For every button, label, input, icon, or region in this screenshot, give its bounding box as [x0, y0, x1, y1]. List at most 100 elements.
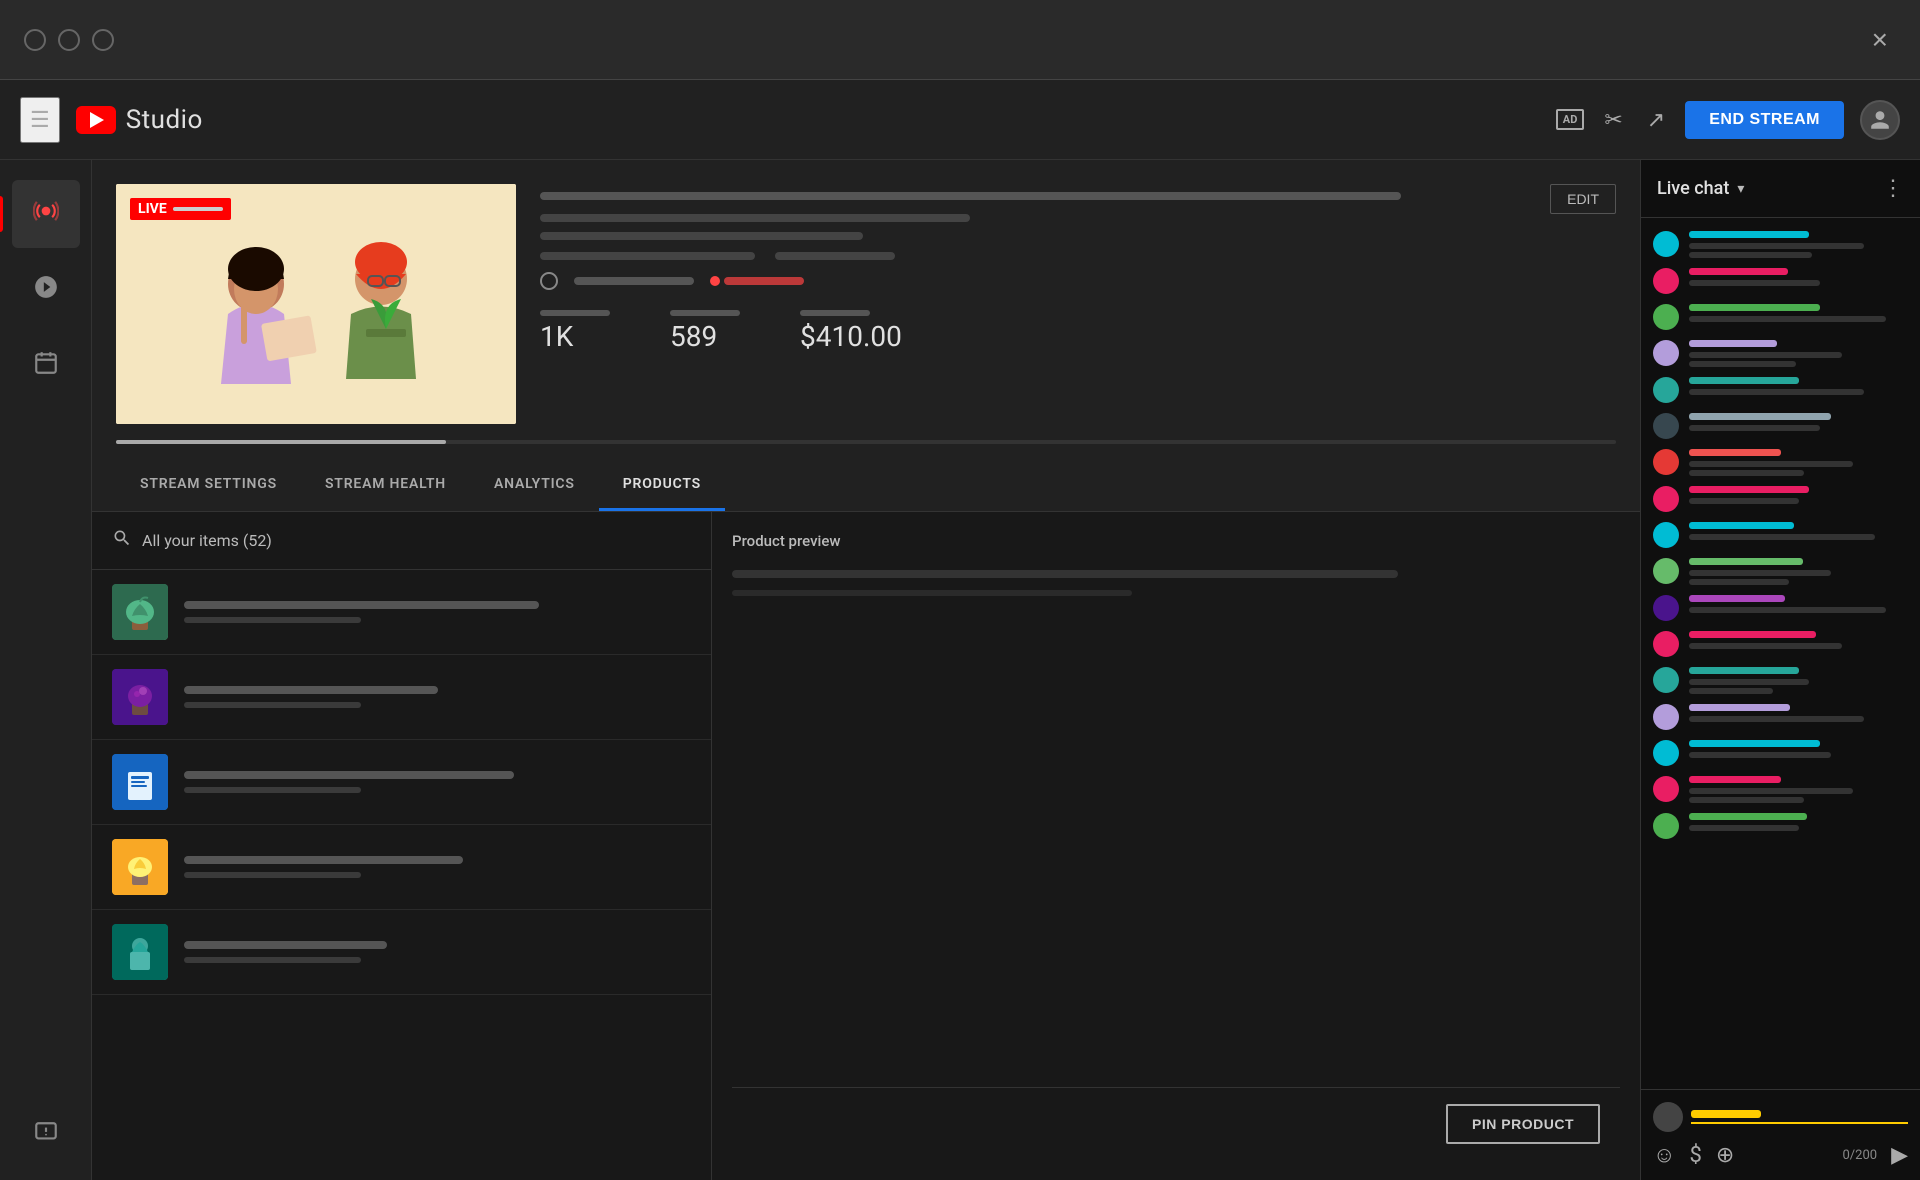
product-preview-title: Product preview	[732, 532, 1620, 550]
stream-meta-bar-4	[775, 252, 895, 260]
chat-input-row	[1653, 1102, 1908, 1132]
chat-msg-content	[1689, 413, 1908, 431]
chat-username-bar	[1689, 522, 1794, 529]
stream-line-1	[574, 277, 694, 285]
chat-text-bar	[1689, 389, 1864, 395]
product-info-4	[184, 856, 691, 878]
chat-msg-content	[1689, 776, 1908, 803]
account-avatar[interactable]	[1860, 100, 1900, 140]
ad-badge: AD	[1556, 109, 1585, 130]
chat-title-area[interactable]: Live chat ▾	[1657, 178, 1744, 199]
product-item-3[interactable]	[92, 740, 711, 825]
product-info-1	[184, 601, 691, 623]
chat-avatar	[1653, 449, 1679, 475]
window-control-buttons	[24, 29, 114, 51]
chat-msg-content	[1689, 449, 1908, 476]
scissors-button[interactable]: ✂	[1600, 103, 1626, 137]
super-chat-icon[interactable]: $	[1689, 1143, 1701, 1168]
logo-area: Studio	[76, 105, 203, 135]
chat-text-bar	[1689, 679, 1809, 685]
yt-play-icon	[90, 112, 104, 128]
chat-avatar	[1653, 667, 1679, 693]
end-stream-button[interactable]: END STREAM	[1685, 101, 1844, 139]
edit-button[interactable]: EDIT	[1550, 184, 1616, 214]
chat-avatar	[1653, 486, 1679, 512]
chat-input-area: ☺ $ ⊕ 0/200 ▶	[1641, 1089, 1920, 1180]
menu-icon[interactable]: ☰	[20, 97, 60, 143]
chat-username-bar	[1689, 304, 1820, 311]
chat-avatar	[1653, 522, 1679, 548]
chat-avatar	[1653, 340, 1679, 366]
stream-meta-bar-2	[540, 232, 863, 240]
emoji-icon[interactable]: ☺	[1653, 1142, 1675, 1168]
tab-analytics[interactable]: ANALYTICS	[470, 460, 599, 511]
chat-avatar	[1653, 595, 1679, 621]
product-item-1[interactable]	[92, 570, 711, 655]
stream-meta-bar-3	[540, 252, 755, 260]
add-icon[interactable]: ⊕	[1716, 1143, 1734, 1168]
pin-product-row: PIN PRODUCT	[732, 1087, 1620, 1160]
chat-msg-content	[1689, 740, 1908, 758]
chat-avatar	[1653, 776, 1679, 802]
chat-username-bar	[1689, 449, 1781, 456]
stat-viewers-bar	[540, 310, 610, 316]
window-btn-close[interactable]	[24, 29, 46, 51]
chat-message	[1641, 263, 1920, 299]
tab-products[interactable]: PRODUCTS	[599, 460, 725, 511]
chat-msg-content	[1689, 558, 1908, 585]
chat-text-bar	[1689, 316, 1886, 322]
product-item-2[interactable]	[92, 655, 711, 740]
chat-text-bar	[1689, 752, 1831, 758]
stat-revenue-bar	[800, 310, 870, 316]
pin-product-button[interactable]: PIN PRODUCT	[1446, 1104, 1600, 1144]
sidebar-item-calendar[interactable]	[12, 332, 80, 400]
chat-avatar	[1653, 740, 1679, 766]
product-item-4[interactable]	[92, 825, 711, 910]
chat-username-bar	[1689, 667, 1799, 674]
stream-info: EDIT	[540, 184, 1616, 361]
tab-stream-settings[interactable]: STREAM SETTINGS	[116, 460, 301, 511]
youtube-logo	[76, 106, 116, 134]
product-thumb-4	[112, 839, 168, 895]
chat-avatar	[1653, 558, 1679, 584]
chat-more-icon[interactable]: ⋮	[1882, 176, 1904, 201]
tab-content: All your items (52)	[92, 512, 1640, 1180]
chat-text-bar	[1689, 797, 1804, 803]
sidebar-item-camera[interactable]	[12, 256, 80, 324]
chat-msg-content	[1689, 377, 1908, 395]
chat-msg-content	[1689, 522, 1908, 540]
product-thumb-2	[112, 669, 168, 725]
chat-message	[1641, 699, 1920, 735]
preview-subtitle-bar	[732, 590, 1132, 596]
share-button[interactable]: ↗	[1643, 103, 1669, 137]
tab-stream-health[interactable]: STREAM HEALTH	[301, 460, 470, 511]
chat-message	[1641, 481, 1920, 517]
chat-username-bar	[1689, 413, 1831, 420]
tabs-row: STREAM SETTINGS STREAM HEALTH ANALYTICS …	[116, 460, 1616, 511]
window-close-button[interactable]: ×	[1872, 26, 1888, 54]
products-list	[92, 570, 711, 1180]
main-layout: LIVE	[0, 160, 1920, 1180]
chat-input-text-indicator	[1691, 1110, 1761, 1118]
sidebar-item-live[interactable]	[12, 180, 80, 248]
chat-username-bar	[1689, 740, 1820, 747]
calendar-icon	[33, 350, 59, 382]
chat-msg-content	[1689, 231, 1908, 258]
studio-label: Studio	[126, 105, 203, 135]
chat-msg-content	[1689, 631, 1908, 649]
live-line	[173, 207, 223, 211]
product-item-5[interactable]	[92, 910, 711, 995]
chat-text-bar	[1689, 607, 1886, 613]
topbar-actions: AD ✂ ↗ END STREAM	[1556, 100, 1900, 140]
chat-panel: Live chat ▾ ⋮ ☺ $ ⊕ 0/200 ▶	[1640, 160, 1920, 1180]
product-name-4	[184, 856, 463, 864]
window-btn-minimize[interactable]	[58, 29, 80, 51]
chat-username-bar	[1689, 558, 1803, 565]
live-indicator	[710, 276, 804, 286]
chat-message	[1641, 553, 1920, 590]
chat-send-button[interactable]: ▶	[1891, 1142, 1908, 1168]
window-btn-maximize[interactable]	[92, 29, 114, 51]
sidebar-item-feedback[interactable]	[12, 1112, 80, 1180]
search-icon	[112, 528, 132, 553]
chat-username-bar	[1689, 231, 1809, 238]
